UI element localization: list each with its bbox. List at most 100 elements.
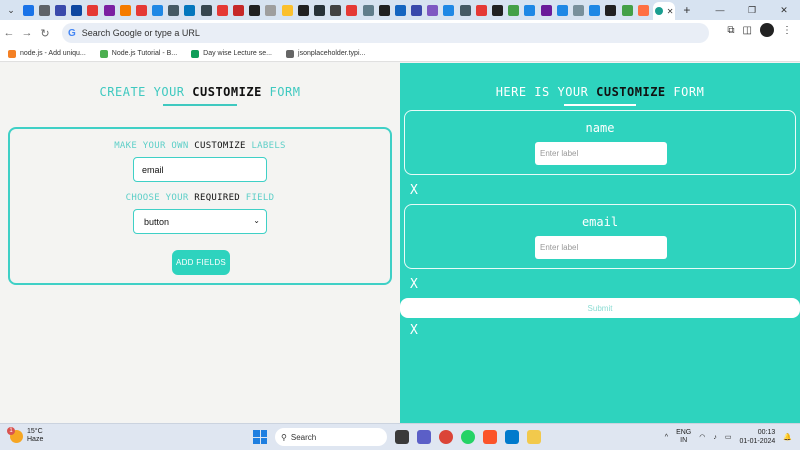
- active-tab[interactable]: ✕: [653, 2, 676, 20]
- brave-icon[interactable]: [483, 430, 497, 444]
- tab-favicon-icon[interactable]: [475, 4, 487, 16]
- generated-field-input[interactable]: [535, 142, 667, 165]
- weather-badge: 1: [7, 426, 15, 435]
- field-title: name: [585, 121, 615, 135]
- bookmark-label: jsonplaceholder.typi...: [298, 50, 366, 57]
- generated-field-card: name: [404, 110, 796, 175]
- menu-icon[interactable]: ⋮: [782, 25, 792, 36]
- tab-favicon-icon[interactable]: [38, 4, 50, 16]
- profile-avatar[interactable]: [760, 23, 774, 37]
- remove-field-icon[interactable]: X: [410, 183, 418, 198]
- tab-favicon-icon[interactable]: [492, 4, 504, 16]
- vscode-icon[interactable]: [505, 430, 519, 444]
- remove-field-icon[interactable]: X: [410, 277, 418, 292]
- tab-favicon-icon[interactable]: [281, 4, 293, 16]
- tab-favicon-icon[interactable]: [427, 4, 439, 16]
- language-indicator[interactable]: ENG IN: [676, 429, 691, 445]
- weather-widget[interactable]: 1 15°C Haze: [7, 426, 43, 444]
- add-fields-button[interactable]: ADD FIELDS: [172, 250, 230, 275]
- tab-favicon-icon[interactable]: [589, 4, 601, 16]
- notification-bell-icon[interactable]: 🔔: [783, 433, 792, 441]
- tab-favicon-icon[interactable]: [330, 4, 342, 16]
- field-prompt-part-1: CHOOSE YOUR: [125, 193, 189, 203]
- wifi-icon[interactable]: ◠: [699, 433, 705, 441]
- chrome-icon[interactable]: [439, 430, 453, 444]
- side-panel-icon[interactable]: ◫: [743, 25, 752, 36]
- submit-button[interactable]: Submit: [400, 298, 800, 318]
- bookmarks-bar: node.js - Add uniqu... Node.js Tutorial -…: [0, 46, 800, 62]
- system-tray: ^ ENG IN ◠ ♪ ▭ 00:13 01-01-2024 🔔: [665, 428, 792, 446]
- tab-favicon-icon[interactable]: [87, 4, 99, 16]
- teams-icon[interactable]: [417, 430, 431, 444]
- tab-favicon-icon[interactable]: [313, 4, 325, 16]
- extensions-icon[interactable]: ⧉: [727, 25, 734, 36]
- tab-favicon-icon[interactable]: [216, 4, 228, 16]
- search-icon: ⚲: [281, 432, 287, 442]
- windows-start-icon[interactable]: [253, 430, 267, 444]
- bookmark-item[interactable]: jsonplaceholder.typi...: [286, 49, 366, 58]
- tray-chevron-icon[interactable]: ^: [665, 434, 668, 441]
- file-explorer-icon[interactable]: [527, 430, 541, 444]
- tab-favicon-icon[interactable]: [54, 4, 66, 16]
- tab-favicon-icon[interactable]: [540, 4, 552, 16]
- taskbar: 1 15°C Haze ⚲ Search ^ ENG IN ◠ ♪ ▭ 00:1…: [0, 423, 800, 450]
- tab-favicon-icon[interactable]: [200, 4, 212, 16]
- tab-favicon-icon[interactable]: [459, 4, 471, 16]
- tab-favicon-icon[interactable]: [508, 4, 520, 16]
- tab-favicon-icon[interactable]: [378, 4, 390, 16]
- tab-favicon-icon[interactable]: [249, 4, 261, 16]
- preview-heading-part-2: CUSTOMIZE: [596, 85, 666, 99]
- tab-favicon-icon[interactable]: [152, 4, 164, 16]
- tab-favicon-icon[interactable]: [605, 4, 617, 16]
- tab-favicon-icon[interactable]: [524, 4, 536, 16]
- whatsapp-icon[interactable]: [461, 430, 475, 444]
- tab-strip: ⌄ ✕ +: [0, 0, 800, 20]
- tab-favicon-icon[interactable]: [184, 4, 196, 16]
- google-icon: G: [68, 27, 76, 39]
- omnibox[interactable]: G Search Google or type a URL: [62, 23, 709, 43]
- bookmark-item[interactable]: Day wise Lecture se...: [191, 49, 272, 58]
- close-window-icon[interactable]: ✕: [768, 0, 800, 20]
- tab-favicon-icon[interactable]: [119, 4, 131, 16]
- tab-favicon-icon[interactable]: [572, 4, 584, 16]
- heading-part-1: CREATE YOUR: [99, 85, 185, 99]
- tab-favicon-icon[interactable]: [135, 4, 147, 16]
- new-tab-icon[interactable]: +: [683, 3, 690, 17]
- tab-favicon-icon[interactable]: [346, 4, 358, 16]
- tab-favicon-icon[interactable]: [394, 4, 406, 16]
- tab-favicon-icon[interactable]: [556, 4, 568, 16]
- tab-favicon-icon[interactable]: [637, 4, 649, 16]
- tab-favicon-icon[interactable]: [362, 4, 374, 16]
- task-view-icon[interactable]: [395, 430, 409, 444]
- heading-underline: [163, 104, 237, 106]
- volume-icon[interactable]: ♪: [713, 434, 717, 441]
- tab-search-chevron-icon[interactable]: ⌄: [4, 3, 18, 17]
- battery-icon[interactable]: ▭: [725, 433, 732, 441]
- tab-favicon-icon[interactable]: [168, 4, 180, 16]
- tab-favicon-icon[interactable]: [265, 4, 277, 16]
- maximize-icon[interactable]: ❐: [736, 0, 768, 20]
- bookmark-item[interactable]: Node.js Tutorial - B...: [99, 49, 177, 58]
- generated-field-input[interactable]: [535, 236, 667, 259]
- remove-field-icon[interactable]: X: [410, 323, 418, 338]
- bookmark-item[interactable]: node.js - Add uniqu...: [8, 49, 86, 58]
- label-input[interactable]: [133, 157, 267, 182]
- taskbar-search[interactable]: ⚲ Search: [275, 428, 387, 446]
- clock[interactable]: 00:13 01-01-2024: [739, 428, 775, 446]
- label-prompt-part-2: CUSTOMIZE: [194, 141, 246, 151]
- back-icon[interactable]: ←: [0, 27, 18, 39]
- tab-favicon-icon[interactable]: [71, 4, 83, 16]
- tab-favicon-icon[interactable]: [22, 4, 34, 16]
- minimize-icon[interactable]: —: [704, 0, 736, 20]
- field-type-select[interactable]: button ⌄: [133, 209, 267, 234]
- reload-icon[interactable]: ↻: [36, 27, 54, 40]
- tab-favicon-icon[interactable]: [411, 4, 423, 16]
- close-tab-icon[interactable]: ✕: [667, 7, 674, 16]
- tab-favicon-icon[interactable]: [297, 4, 309, 16]
- tab-favicon-icon[interactable]: [621, 4, 633, 16]
- lang-code: ENG: [676, 429, 692, 436]
- tab-favicon-icon[interactable]: [233, 4, 245, 16]
- tab-favicon-icon[interactable]: [443, 4, 455, 16]
- forward-icon[interactable]: →: [18, 27, 36, 39]
- tab-favicon-icon[interactable]: [103, 4, 115, 16]
